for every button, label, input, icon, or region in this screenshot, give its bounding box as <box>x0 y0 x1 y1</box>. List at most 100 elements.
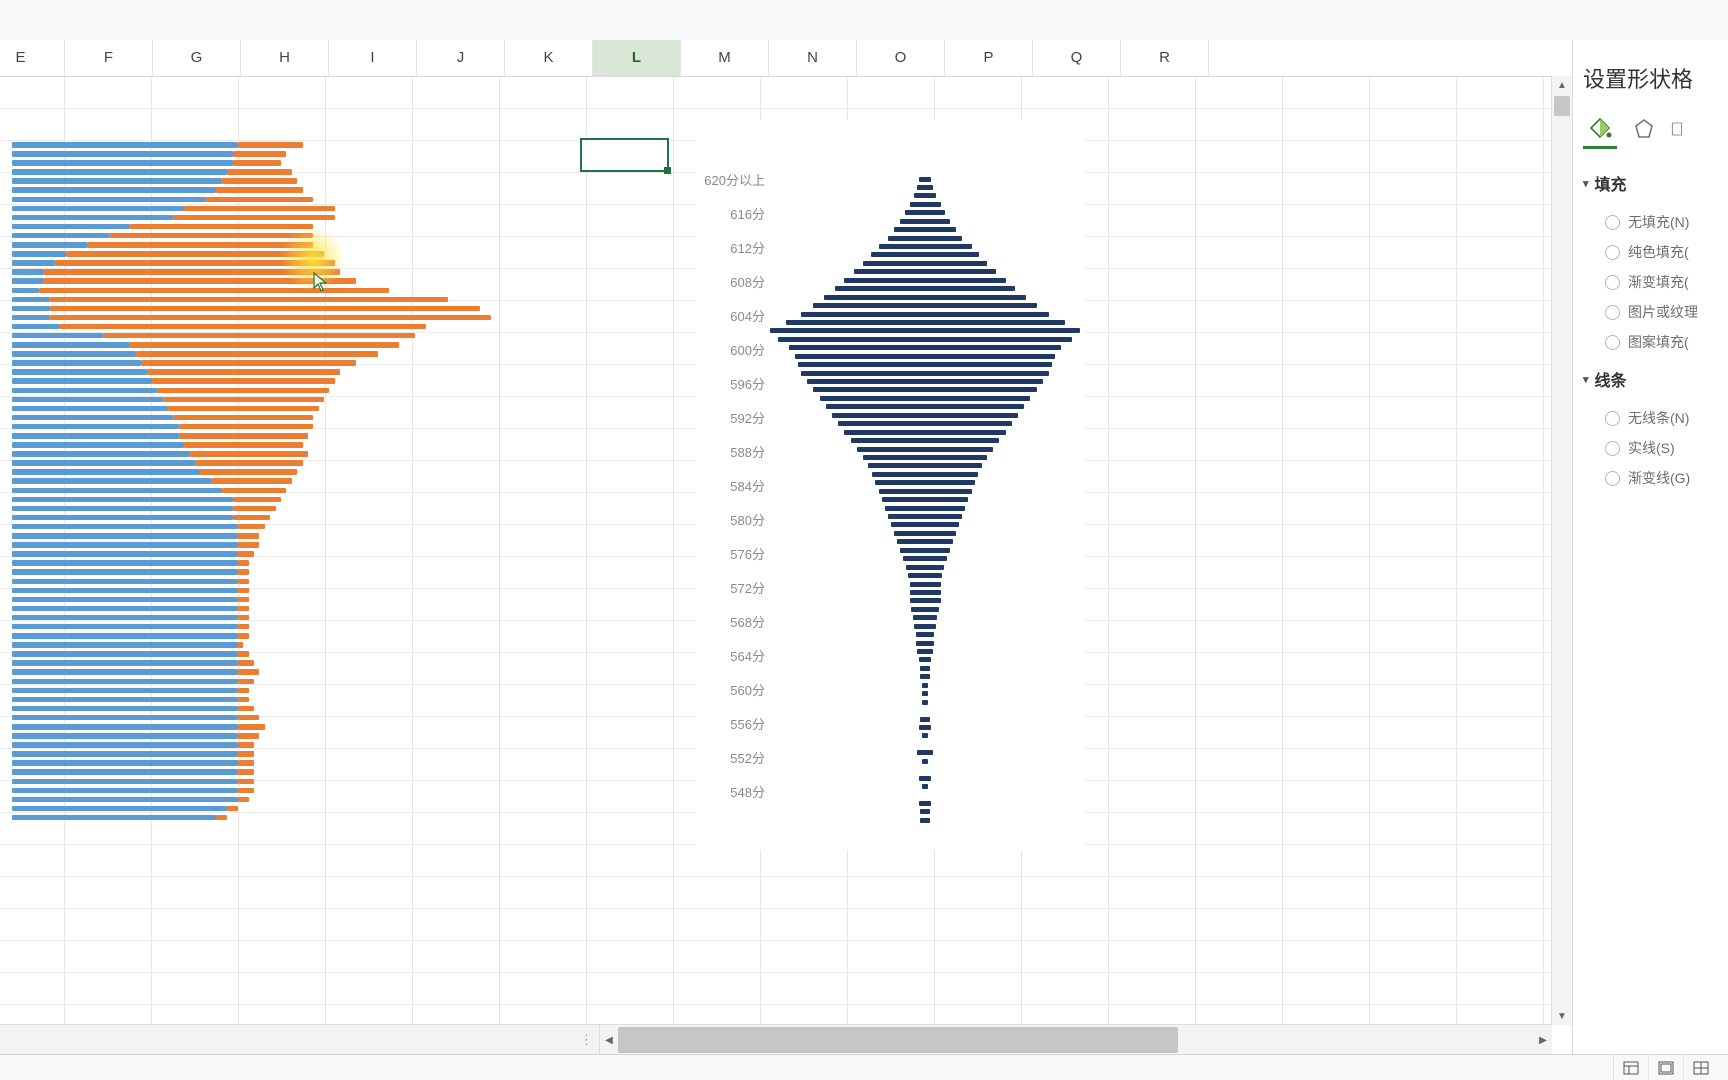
bar-segment-orange[interactable] <box>238 651 249 657</box>
bar-segment-navy[interactable] <box>911 607 939 612</box>
bar-segment-navy[interactable] <box>786 320 1065 325</box>
bar-segment-orange[interactable] <box>173 215 334 221</box>
bar-segment-navy[interactable] <box>872 472 977 477</box>
bar-segment-navy[interactable] <box>826 404 1024 409</box>
bar-segment-orange[interactable] <box>238 542 260 548</box>
bar-segment-blue[interactable] <box>12 269 44 275</box>
bar-segment-navy[interactable] <box>916 641 935 646</box>
bar-segment-orange[interactable] <box>211 478 292 484</box>
view-normal-icon[interactable] <box>1613 1055 1648 1080</box>
bar-segment-orange[interactable] <box>238 606 249 612</box>
bar-segment-blue[interactable] <box>12 806 227 812</box>
bar-segment-orange[interactable] <box>157 388 329 394</box>
sheet-tabs-resize-handle[interactable]: ⋮ <box>0 1025 600 1055</box>
bar-segment-blue[interactable] <box>12 788 238 794</box>
bar-segment-navy[interactable] <box>863 455 987 460</box>
bar-segment-orange[interactable] <box>216 187 302 193</box>
bar-segment-navy[interactable] <box>863 261 987 266</box>
worksheet-grid[interactable]: 620分以上616分612分608分604分600分596分592分588分58… <box>0 76 1552 1025</box>
bar-segment-orange[interactable] <box>179 424 314 430</box>
bar-segment-navy[interactable] <box>832 413 1018 418</box>
bar-segment-blue[interactable] <box>12 679 238 685</box>
bar-segment-orange[interactable] <box>173 415 313 421</box>
bar-segment-navy[interactable] <box>922 784 928 789</box>
bar-segment-blue[interactable] <box>12 469 200 475</box>
scroll-right-icon[interactable]: ▶ <box>1534 1025 1552 1055</box>
bar-segment-orange[interactable] <box>238 788 254 794</box>
bar-segment-orange[interactable] <box>130 224 313 230</box>
column-header[interactable]: K <box>505 40 593 76</box>
bar-segment-blue[interactable] <box>12 388 157 394</box>
bar-segment-navy[interactable] <box>778 337 1073 342</box>
bar-segment-navy[interactable] <box>910 582 941 587</box>
bar-segment-blue[interactable] <box>12 324 60 330</box>
bar-segment-orange[interactable] <box>184 442 302 448</box>
bar-segment-orange[interactable] <box>227 169 292 175</box>
bar-segment-orange[interactable] <box>238 615 249 621</box>
bar-segment-blue[interactable] <box>12 369 147 375</box>
bar-segment-orange[interactable] <box>233 506 276 512</box>
bar-segment-orange[interactable] <box>200 469 297 475</box>
bar-segment-blue[interactable] <box>12 524 238 530</box>
bar-segment-blue[interactable] <box>12 206 184 212</box>
bar-segment-navy[interactable] <box>922 759 928 764</box>
line-option[interactable]: 无线条(N) <box>1583 403 1728 433</box>
bar-segment-orange[interactable] <box>233 515 271 521</box>
bar-segment-orange[interactable] <box>238 706 254 712</box>
bar-segment-navy[interactable] <box>920 717 929 722</box>
bar-segment-navy[interactable] <box>900 548 950 553</box>
bar-segment-blue[interactable] <box>12 378 152 384</box>
bar-segment-navy[interactable] <box>807 379 1043 384</box>
bar-segment-navy[interactable] <box>854 269 997 274</box>
bar-segment-navy[interactable] <box>919 177 931 182</box>
bar-segment-blue[interactable] <box>12 215 173 221</box>
bar-segment-orange[interactable] <box>163 397 324 403</box>
bar-segment-navy[interactable] <box>920 818 929 823</box>
bar-segment-navy[interactable] <box>910 598 941 603</box>
bar-segment-navy[interactable] <box>868 463 983 468</box>
column-header[interactable]: P <box>945 40 1033 76</box>
bar-segment-navy[interactable] <box>801 371 1049 376</box>
bar-segment-blue[interactable] <box>12 688 238 694</box>
effects-tab-icon[interactable] <box>1627 112 1661 149</box>
bar-segment-orange[interactable] <box>136 351 378 357</box>
bar-segment-navy[interactable] <box>875 480 974 485</box>
chart-right-spindle[interactable]: 620分以上616分612分608分604分600分596分592分588分58… <box>695 120 1085 850</box>
scroll-left-icon[interactable]: ◀ <box>600 1025 618 1055</box>
bar-segment-navy[interactable] <box>844 430 1005 435</box>
bar-segment-blue[interactable] <box>12 288 39 294</box>
bar-segment-blue[interactable] <box>12 187 216 193</box>
bar-segment-blue[interactable] <box>12 724 238 730</box>
bar-segment-navy[interactable] <box>919 657 931 662</box>
bar-segment-navy[interactable] <box>888 514 962 519</box>
bar-segment-navy[interactable] <box>916 632 935 637</box>
bar-segment-blue[interactable] <box>12 533 238 539</box>
bar-segment-blue[interactable] <box>12 733 238 739</box>
bar-segment-blue[interactable] <box>12 406 168 412</box>
bar-segment-orange[interactable] <box>60 324 426 330</box>
fill-option[interactable]: 纯色填充( <box>1583 237 1728 267</box>
bar-segment-orange[interactable] <box>238 597 249 603</box>
bar-segment-orange[interactable] <box>238 533 260 539</box>
fill-option[interactable]: 无填充(N) <box>1583 207 1728 237</box>
bar-segment-orange[interactable] <box>109 233 313 239</box>
bar-segment-navy[interactable] <box>906 565 943 570</box>
chart-left-stacked-bar[interactable] <box>0 116 560 876</box>
bar-segment-blue[interactable] <box>12 579 238 585</box>
bar-segment-orange[interactable] <box>238 569 249 575</box>
bar-segment-orange[interactable] <box>238 779 254 785</box>
bar-segment-navy[interactable] <box>879 244 972 249</box>
bar-segment-orange[interactable] <box>152 378 335 384</box>
column-header[interactable]: I <box>329 40 417 76</box>
bar-segment-orange[interactable] <box>238 760 254 766</box>
bar-segment-navy[interactable] <box>879 489 972 494</box>
bar-segment-blue[interactable] <box>12 497 233 503</box>
bar-segment-blue[interactable] <box>12 642 238 648</box>
bar-segment-navy[interactable] <box>894 227 956 232</box>
bar-segment-blue[interactable] <box>12 615 238 621</box>
bar-segment-blue[interactable] <box>12 742 238 748</box>
bar-segment-orange[interactable] <box>233 151 287 157</box>
column-header[interactable]: F <box>65 40 153 76</box>
bar-segment-blue[interactable] <box>12 779 238 785</box>
bar-segment-navy[interactable] <box>857 447 993 452</box>
